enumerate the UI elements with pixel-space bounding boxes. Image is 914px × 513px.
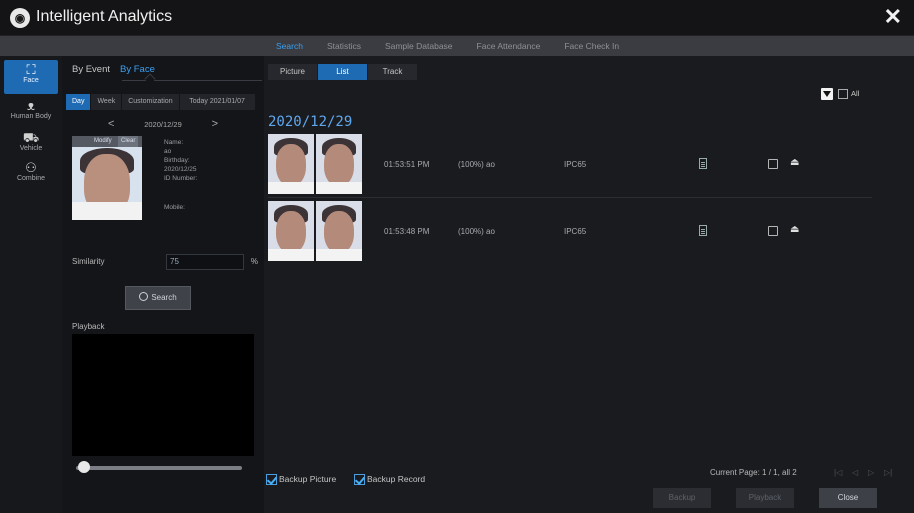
playback-slider-handle[interactable] (78, 461, 91, 473)
playback-video[interactable] (72, 334, 254, 456)
nav-label-face: Face (23, 77, 39, 84)
result-time: 01:53:48 PM (384, 227, 430, 236)
results-panel: Picture List Track All 2020/12/29 01:53:… (264, 56, 914, 513)
subtab-by-event[interactable]: By Event (72, 64, 110, 75)
backup-picture-checkbox[interactable] (266, 474, 277, 485)
details-doc-icon[interactable] (699, 158, 707, 169)
bottom-bar (264, 458, 914, 513)
date-tab-customization[interactable]: Customization (122, 94, 180, 110)
snapshot-thumbnail[interactable] (316, 134, 362, 194)
similarity-input[interactable]: 75 (166, 254, 244, 270)
tab-face-attendance[interactable]: Face Attendance (465, 36, 553, 56)
playback-slider[interactable] (76, 466, 242, 470)
row-divider (268, 197, 872, 198)
result-match: (100%) ao (458, 160, 495, 169)
result-checkbox[interactable] (768, 226, 778, 236)
tab-sample-database[interactable]: Sample Database (373, 36, 465, 56)
last-page-icon[interactable]: ▷| (884, 468, 892, 477)
close-button[interactable]: Close (819, 488, 877, 508)
subtab-caret (144, 73, 156, 85)
backup-button[interactable]: Backup (653, 488, 711, 508)
result-camera: IPC65 (564, 160, 587, 169)
subtab-divider (122, 80, 262, 81)
birthday-value: 2020/12/25 (164, 166, 197, 173)
similarity-unit: % (250, 257, 258, 266)
top-tab-strip: Search Statistics Sample Database Face A… (0, 36, 914, 56)
birthday-label: Birthday: (164, 157, 190, 164)
close-icon[interactable]: ✕ (884, 5, 902, 29)
prev-page-icon[interactable]: ◁ (852, 468, 858, 477)
view-tab-list[interactable]: List (318, 64, 368, 80)
current-date: 2020/12/29 (144, 120, 182, 129)
nav-item-combine[interactable]: ⚇ Combine (4, 160, 58, 184)
date-tab-today[interactable]: Today 2021/01/07 (179, 94, 256, 110)
view-tab-track[interactable]: Track (368, 64, 418, 80)
result-camera: IPC65 (564, 227, 587, 236)
similarity-label: Similarity (72, 257, 105, 266)
result-match: (100%) ao (458, 227, 495, 236)
view-tabs: Picture List Track (268, 64, 418, 80)
face-card-actions: Modify Clear (72, 136, 142, 147)
filter-icon[interactable] (821, 88, 833, 100)
clear-button[interactable]: Clear (118, 136, 139, 147)
search-button-label: Search (151, 293, 177, 302)
modify-button[interactable]: Modify (94, 136, 112, 147)
app-title: Intelligent Analytics (36, 8, 173, 25)
search-panel: By Event By Face Day Week Customization … (62, 56, 264, 513)
snapshot-thumbnail[interactable] (316, 201, 362, 261)
snapshot-thumbnail[interactable] (268, 134, 314, 194)
nav-item-face[interactable]: ⛶ Face (4, 60, 58, 94)
playback-button[interactable]: Playback (736, 488, 794, 508)
date-tab-day[interactable]: Day (66, 94, 92, 110)
tab-search[interactable]: Search (264, 36, 315, 56)
chevron-right-icon[interactable]: > (212, 118, 218, 130)
view-tab-picture[interactable]: Picture (268, 64, 318, 80)
face-photo-shirt (72, 202, 142, 220)
tab-statistics[interactable]: Statistics (315, 36, 373, 56)
date-navigator: < 2020/12/29 > (108, 118, 218, 132)
nav-item-vehicle[interactable]: ⛟ Vehicle (4, 130, 58, 154)
nav-label-human-body: Human Body (10, 113, 52, 120)
page-info: Current Page: 1 / 1, all 2 (710, 468, 797, 477)
date-tab-week[interactable]: Week (91, 94, 123, 110)
date-tabs: Day Week Customization Today 2021/01/07 (66, 94, 256, 110)
next-page-icon[interactable]: ▷ (868, 468, 874, 477)
select-all-label: All (851, 89, 860, 98)
record-icon[interactable]: ⏏ (790, 158, 799, 168)
record-icon[interactable]: ⏏ (790, 225, 799, 235)
backup-picture-label: Backup Picture (279, 474, 337, 484)
search-button[interactable]: Search (125, 286, 191, 310)
name-label: Name: (164, 139, 184, 146)
snapshot-thumbnail[interactable] (268, 201, 314, 261)
mobile-label: Mobile: (164, 204, 185, 211)
playback-label: Playback (72, 322, 105, 331)
first-page-icon[interactable]: |◁ (834, 468, 842, 477)
name-value: ao (164, 148, 172, 155)
result-row[interactable]: 01:53:48 PM (100%) ao IPC65 ⏏ (268, 201, 876, 261)
face-info: Name: ao Birthday: 2020/12/25 ID Number:… (164, 138, 260, 212)
search-icon (139, 292, 149, 301)
nav-label-combine: Combine (16, 175, 45, 182)
details-doc-icon[interactable] (699, 225, 707, 236)
result-date-header: 2020/12/29 (268, 114, 353, 130)
result-row[interactable]: 01:53:51 PM (100%) ao IPC65 ⏏ (268, 134, 876, 194)
human-body-icon: ᴥ (27, 98, 35, 113)
title-bar: ◉ Intelligent Analytics ✕ (0, 0, 914, 36)
id-number-label: ID Number: (164, 175, 198, 182)
left-nav: ⛶ Face ᴥ Human Body ⛟ Vehicle ⚇ Combine (0, 56, 62, 513)
select-all-checkbox[interactable] (838, 89, 848, 99)
backup-record-label: Backup Record (367, 474, 426, 484)
result-time: 01:53:51 PM (384, 160, 430, 169)
similarity-row: Similarity 75 % (72, 254, 258, 270)
backup-record-checkbox[interactable] (354, 474, 365, 485)
tab-face-check-in[interactable]: Face Check In (552, 36, 631, 56)
result-checkbox[interactable] (768, 159, 778, 169)
nav-item-human-body[interactable]: ᴥ Human Body (4, 98, 58, 122)
nav-label-vehicle: Vehicle (19, 145, 43, 152)
vehicle-icon: ⛟ (22, 130, 40, 145)
face-card: Modify Clear (72, 136, 142, 220)
face-frame-icon: ⛶ (26, 62, 36, 77)
combine-icon: ⚇ (25, 160, 37, 175)
camera-lens-icon: ◉ (10, 8, 30, 28)
